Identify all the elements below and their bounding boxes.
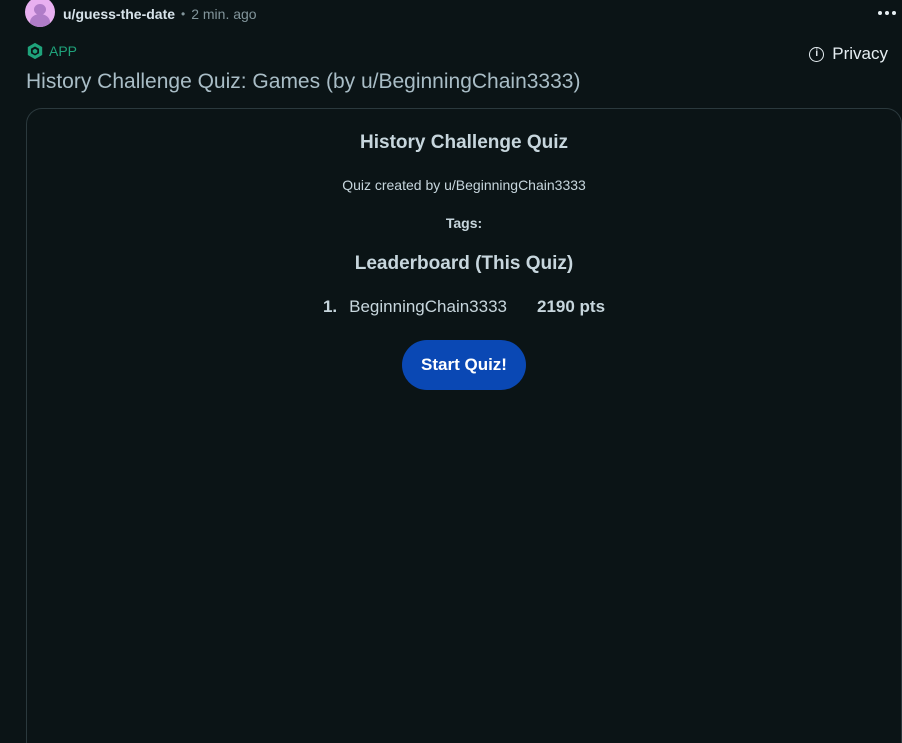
post-title[interactable]: History Challenge Quiz: Games (by u/Begi… (26, 70, 580, 94)
more-options-icon[interactable] (876, 2, 898, 24)
quiz-creator: Quiz created by u/BeginningChain3333 (342, 177, 586, 193)
tags-label: Tags: (445, 215, 483, 231)
post-timestamp: 2 min. ago (191, 6, 257, 22)
leaderboard-row: 1. BeginningChain3333 2190 pts (323, 297, 605, 317)
reddit-post: u/guess-the-date • 2 min. ago APP i Priv… (0, 0, 902, 743)
privacy-label: Privacy (832, 44, 888, 63)
info-icon: i (809, 46, 825, 62)
snoo-avatar-icon[interactable] (25, 0, 55, 27)
app-label: APP (49, 43, 78, 59)
start-quiz-button[interactable]: Start Quiz! (402, 340, 526, 390)
quiz-title: History Challenge Quiz (360, 132, 568, 153)
privacy-link[interactable]: i Privacy (809, 43, 888, 65)
leaderboard-title: Leaderboard (This Quiz) (354, 253, 574, 274)
quiz-app-card: History Challenge Quiz Quiz created by u… (26, 108, 902, 743)
meta-separator: • (181, 7, 186, 21)
leaderboard-points: 2190 pts (537, 297, 606, 316)
app-badge: APP (26, 41, 77, 61)
leaderboard-player: BeginningChain3333 (349, 297, 507, 316)
author-link[interactable]: u/guess-the-date (63, 6, 175, 22)
leaderboard-rank: 1. (322, 297, 338, 316)
devvit-app-icon (27, 42, 43, 60)
post-header: u/guess-the-date • 2 min. ago (25, 0, 257, 28)
quiz-content: History Challenge Quiz Quiz created by u… (27, 109, 901, 390)
